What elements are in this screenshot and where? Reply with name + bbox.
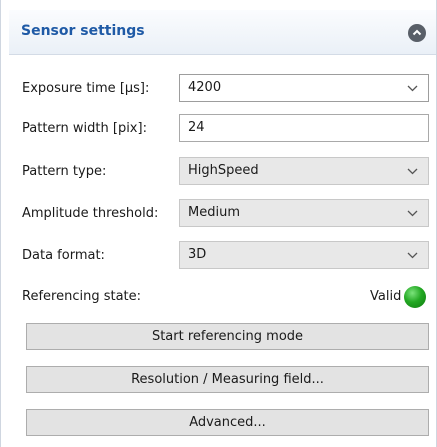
chevron-down-icon (407, 168, 418, 175)
referencing-state-value: Valid (370, 289, 402, 304)
amplitude-threshold-label: Amplitude threshold: (22, 206, 159, 221)
exposure-time-value: 4200 (188, 80, 222, 95)
sensor-settings-panel: Sensor settings Exposure time [µs]: 4200… (0, 0, 437, 447)
panel-title: Sensor settings (21, 23, 145, 39)
exposure-time-label: Exposure time [µs]: (22, 81, 150, 96)
pattern-type-value: HighSpeed (188, 163, 259, 178)
data-format-combobox[interactable]: 3D (179, 241, 429, 269)
advanced-button[interactable]: Advanced... (26, 409, 429, 436)
pattern-type-label: Pattern type: (22, 164, 107, 179)
amplitude-threshold-combobox[interactable]: Medium (179, 199, 429, 227)
panel-header: Sensor settings (9, 10, 436, 55)
start-referencing-button[interactable]: Start referencing mode (26, 323, 429, 350)
chevron-down-icon (407, 85, 418, 92)
chevron-down-icon (407, 210, 418, 217)
chevron-down-icon (407, 252, 418, 259)
data-format-label: Data format: (22, 248, 105, 263)
pattern-type-combobox[interactable]: HighSpeed (179, 157, 429, 185)
pattern-width-value: 24 (188, 120, 205, 135)
amplitude-threshold-value: Medium (188, 205, 240, 220)
status-led-icon (404, 286, 426, 308)
pattern-width-label: Pattern width [pix]: (22, 121, 147, 136)
exposure-time-combobox[interactable]: 4200 (179, 74, 429, 102)
chevron-up-circle-icon[interactable] (408, 24, 426, 42)
data-format-value: 3D (188, 247, 207, 262)
resolution-measuring-field-button[interactable]: Resolution / Measuring field... (26, 366, 429, 393)
pattern-width-input[interactable]: 24 (179, 114, 429, 142)
referencing-state-label: Referencing state: (22, 289, 142, 304)
